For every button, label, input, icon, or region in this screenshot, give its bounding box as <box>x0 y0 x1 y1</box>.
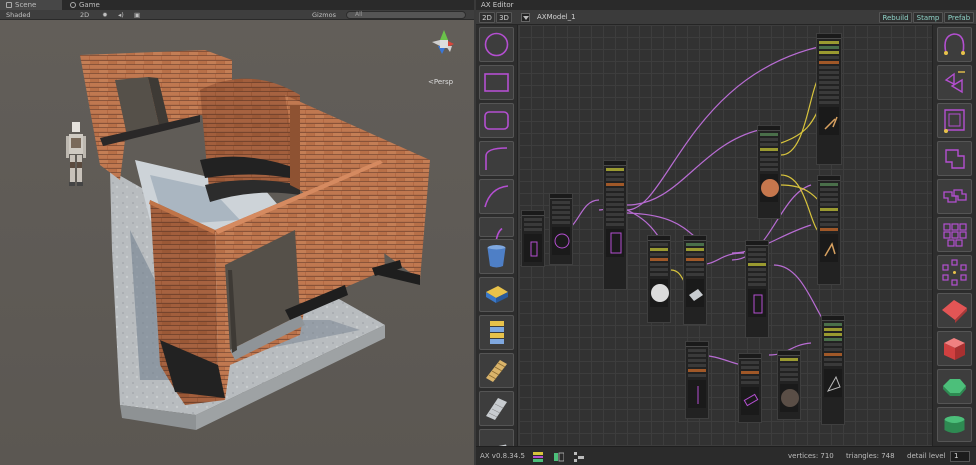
sun-icon[interactable]: ✹ <box>100 11 110 19</box>
robot-figure <box>66 122 86 186</box>
ax-toolbar: 2D 3D AXModel_1 Rebuild Stamp Prefab <box>476 10 976 25</box>
graph-node[interactable] <box>603 160 627 290</box>
block-mesh-icon[interactable] <box>479 277 514 312</box>
tab-scene[interactable]: Scene <box>0 0 62 10</box>
model-dropdown-icon[interactable] <box>521 13 530 22</box>
tab-game-label: Game <box>79 1 100 9</box>
scene-window: Scene Game Shaded 2D ✹ ◂) ▣ Gizmos All <… <box>0 0 474 465</box>
pill-mesh-icon[interactable] <box>937 407 972 442</box>
curve-shape-icon[interactable] <box>479 141 514 176</box>
stair-mesh-icon[interactable] <box>479 353 514 388</box>
plane-mesh-icon[interactable] <box>937 293 972 328</box>
graph-layout-icon[interactable] <box>574 452 584 462</box>
triangles-count: triangles: 748 <box>846 452 895 460</box>
rounded-rectangle-shape-icon[interactable] <box>479 103 514 138</box>
speaker-icon[interactable]: ◂) <box>118 11 124 19</box>
radial-repeater-icon[interactable] <box>937 255 972 290</box>
extra-mesh-icon[interactable] <box>479 429 514 446</box>
graph-node[interactable] <box>816 33 842 165</box>
scene-toolbar: Shaded 2D ✹ ◂) ▣ Gizmos All <box>0 10 474 20</box>
graph-node[interactable] <box>821 315 845 425</box>
ax-statusbar: AX v0.8.34.5 vertices: 710 triangles: 74… <box>476 446 976 465</box>
tab-scene-label: Scene <box>15 1 37 9</box>
graph-node[interactable] <box>685 341 709 419</box>
tab-game[interactable]: Game <box>64 0 122 10</box>
partial-shape-icon[interactable] <box>479 217 514 243</box>
merge-tool-icon[interactable] <box>937 65 972 100</box>
cylinder-mesh-icon[interactable] <box>479 239 514 274</box>
view-2d-button[interactable]: 2D <box>479 12 495 23</box>
layers-icon[interactable] <box>554 452 565 462</box>
scene-tabbar: Scene Game <box>0 0 474 10</box>
shading-dropdown[interactable]: Shaded <box>6 11 30 19</box>
graph-node[interactable] <box>777 350 801 420</box>
persp-text: Persp <box>433 78 454 86</box>
scene-viewport[interactable]: <Persp <box>0 20 474 465</box>
rebuild-button[interactable]: Rebuild <box>879 12 912 23</box>
arc-shape-icon[interactable] <box>479 179 514 214</box>
graph-node[interactable] <box>738 353 762 423</box>
ramp-mesh-icon[interactable] <box>479 391 514 426</box>
graph-node[interactable] <box>521 210 545 267</box>
graph-node[interactable] <box>757 125 781 219</box>
version-label: AX v0.8.34.5 <box>480 452 525 460</box>
box-mesh-icon[interactable] <box>937 331 972 366</box>
mode-2d-toggle[interactable]: 2D <box>80 11 89 19</box>
shape-tool-icon[interactable] <box>937 141 972 176</box>
stack-icon[interactable] <box>533 452 543 462</box>
detail-level-label: detail level <box>907 452 946 460</box>
rectangle-shape-icon[interactable] <box>479 65 514 100</box>
graph-node[interactable] <box>817 175 841 285</box>
gizmos-dropdown[interactable]: Gizmos <box>312 11 336 19</box>
tool-palette <box>932 25 976 446</box>
gizmo-icon <box>432 30 454 54</box>
detail-level-input[interactable]: 1 <box>950 451 970 462</box>
graph-node[interactable] <box>683 235 707 325</box>
node-connections <box>556 42 840 366</box>
image-icon[interactable]: ▣ <box>134 11 140 19</box>
view-3d-button[interactable]: 3D <box>496 12 512 23</box>
stamp-button[interactable]: Stamp <box>913 12 943 23</box>
scene-render <box>66 30 454 430</box>
path-tool-icon[interactable] <box>937 27 972 62</box>
offset-tool-icon[interactable] <box>937 103 972 138</box>
shape-dup-tool-icon[interactable] <box>937 179 972 214</box>
scene-tab-icon <box>6 2 12 8</box>
persp-label[interactable]: <Persp <box>428 78 453 86</box>
graph-node[interactable] <box>549 193 573 265</box>
stack-mesh-icon[interactable] <box>479 315 514 350</box>
prefab-button[interactable]: Prefab <box>944 12 974 23</box>
graph-node[interactable] <box>745 240 769 338</box>
node-graph-canvas[interactable] <box>519 25 932 446</box>
hex-mesh-icon[interactable] <box>937 369 972 404</box>
game-tab-icon <box>70 2 76 8</box>
shape-palette <box>476 25 518 446</box>
ax-editor-tab[interactable]: AX Editor <box>476 0 976 10</box>
circle-shape-icon[interactable] <box>479 27 514 62</box>
graph-node[interactable] <box>647 235 671 323</box>
model-name: AXModel_1 <box>537 13 576 21</box>
vertices-count: vertices: 710 <box>788 452 834 460</box>
ax-editor-window: AX Editor 2D 3D AXModel_1 Rebuild Stamp … <box>476 0 976 465</box>
hierarchy-search-input[interactable]: All <box>346 11 466 19</box>
grid-repeater-icon[interactable] <box>937 217 972 252</box>
